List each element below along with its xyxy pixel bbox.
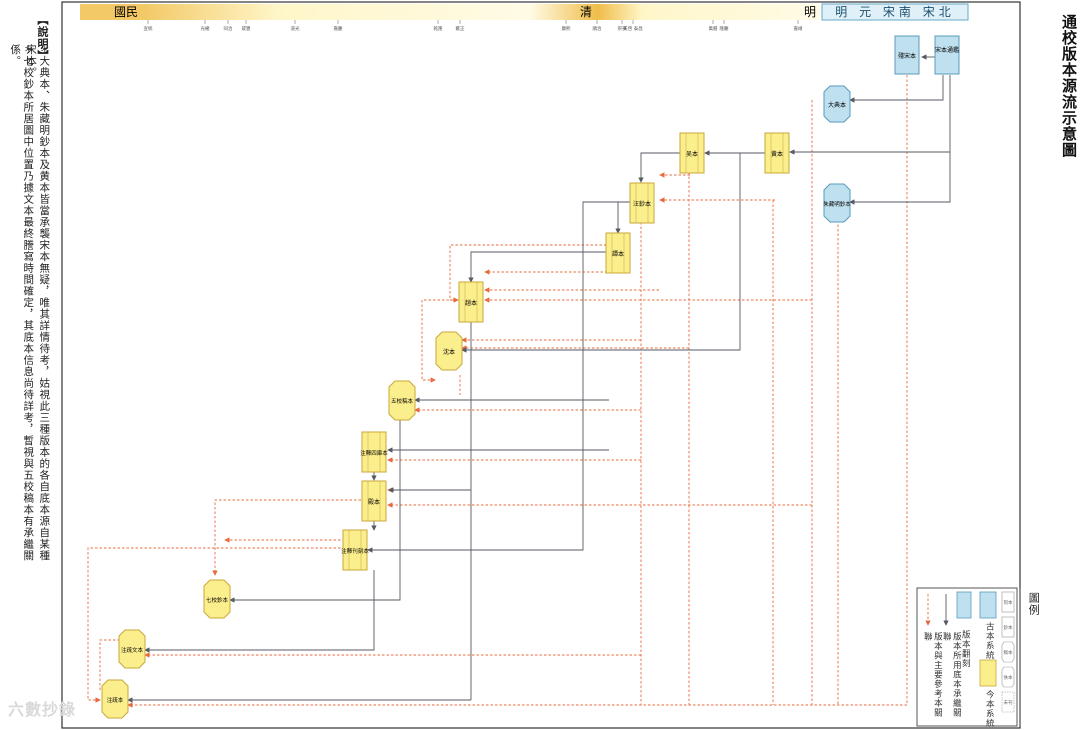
node-label: 注釋刊刻本 [341,547,369,555]
reign-label: 嘉慶 [334,25,343,32]
inherit-link [367,201,630,553]
reign-label: 宣統 [144,25,153,32]
node-wujiaogao[interactable]: 五校稿本 [388,380,416,421]
reference-link [212,499,361,576]
node-label: 譚本 [612,250,624,258]
node-label: 趙本 [465,299,477,307]
era-header: 國民 清 明 明 元 宋南 宋北 [80,3,969,21]
watermark: 六數抄錄 [8,700,77,719]
era-band-qing [142,4,598,20]
modern-nodes: 黄本 吴本 汪鈔本 譚本 趙本 沈本 五校稿本 注釋四庫本 殿本 注釋刊刻本 七… [101,132,790,719]
inherit-link [144,570,375,653]
legend-ancient-label: 古本系統 [984,622,995,660]
inherit-link [615,201,630,234]
inherit-link [461,153,741,353]
legend-chip-label: 佚本 [1004,674,1013,681]
node-zhao[interactable]: 趙本 [458,281,484,323]
era-label-qing: 清 [580,5,592,19]
era-band-ming [598,4,820,20]
reign-label: 雍正 [456,25,465,32]
node-label: 汪鈔本 [633,200,651,208]
node-label: 朱藏明鈔本 [823,200,851,208]
legend-inherit-label: 版本所用底本承繼關聯 [941,632,962,718]
node-zhubei[interactable]: 注疏本 [101,679,129,719]
reign-label: 道光 [291,25,300,32]
reign-ticks: 宣統 光緒 同治 咸豐 道光 嘉慶 乾隆 雍正 康熙 順治 崇禎天啓 泰昌 萬曆 隆慶 嘉靖 [144,20,803,32]
node-label: 大典本 [828,101,846,109]
reign-label: 順治 [593,25,602,32]
legend-ancient-swatch [979,591,997,619]
page-title: 通校版本源流示意圖 [1060,14,1078,158]
inherit-link [468,251,606,283]
diagram-page: 國民 清 明 明 元 宋南 宋北 宣統 光緒 同治 咸豐 道光 嘉慶 乾隆 雍正 康熙 順治 崇禎天… [0,0,1080,730]
diagram-frame [61,1,1021,729]
node-label: 沈本 [443,348,455,356]
node-wu[interactable]: 吴本 [679,132,705,174]
node-dadian[interactable]: 大典本 [823,85,851,123]
node-huang[interactable]: 黄本 [764,132,790,174]
legend-chip-label: 刻本 [1004,599,1013,606]
node-zhushusi[interactable]: 注釋四庫本 [360,431,388,473]
node-qijiaochao[interactable]: 七校鈔本 [203,579,231,619]
inheritance-links [127,54,951,703]
node-label: 注疏本 [107,696,124,704]
version-lineage-diagram: 國民 清 明 明 元 宋南 宋北 宣統 光緒 同治 咸豐 道光 嘉慶 乾隆 雍正 康熙 順治 崇禎天… [61,1,1021,729]
node-shen[interactable]: 沈本 [435,331,463,371]
node-label: 宋本通鑑 [935,46,959,54]
node-label: 注釋四庫本 [360,449,388,457]
node-label: 黄本 [771,150,783,158]
reference-link [87,547,345,703]
reign-label: 萬曆 [709,25,718,32]
node-zhucang[interactable]: 朱藏明鈔本 [823,183,851,223]
node-label: 吴本 [686,150,698,158]
legend-copy-label: 版本翻刻 [960,630,971,668]
node-song-tonglun[interactable]: 宋本通鑑 [934,35,960,75]
inherit-link [638,152,680,183]
legend-title: 圖例 [1027,592,1041,616]
reign-label: 隆慶 [720,25,729,32]
reign-label: 康熙 [562,25,571,32]
node-label: 殘宋本 [898,52,916,60]
node-song-zhi[interactable]: 殘宋本 [894,35,920,75]
legend-chip-label: 未刊 [1004,699,1013,706]
node-zhushukan[interactable]: 注釋刊刻本 [341,529,369,571]
node-label: 七校鈔本 [206,596,229,604]
legend-copy-swatch [956,591,972,619]
legend-modern-swatch [979,659,997,687]
reign-label: 同治 [224,25,233,32]
node-label: 注疏文本 [121,646,144,654]
reign-label: 光緒 [201,25,210,32]
era-label-minguo: 國民 [114,5,138,19]
legend-modern-label: 今本系統 [984,690,995,728]
note-2: ＊七校鈔本所居圖中位置乃據文本最終謄寫時間確定，其底本信息尚待詳考，暫視與五校稿… [9,44,35,562]
node-wangchao[interactable]: 汪鈔本 [629,182,655,224]
reign-label: 嘉靖 [794,25,803,32]
node-tan[interactable]: 譚本 [605,232,631,274]
era-label-ming: 明 [804,5,816,19]
node-zhujiwen[interactable]: 注疏文本 [118,629,146,669]
era-label-early: 明 元 宋南 宋北 [835,4,954,19]
node-label: 殿本 [368,498,380,506]
node-label: 五校稿本 [391,397,414,405]
node-dian[interactable]: 殿本 [361,480,387,522]
inherit-link [849,75,944,103]
reign-label: 天啓 泰昌 [623,25,642,32]
legend-reference-label: 版本與主要參考本關聯 [922,632,943,718]
reign-label: 乾隆 [434,25,443,32]
reign-label: 咸豐 [242,25,251,32]
inherit-link [789,75,951,155]
inherit-link [849,152,951,205]
ancient-nodes: 宋本通鑑 殘宋本 大典本 朱藏明鈔本 [823,35,960,223]
legend-chip-label: 稿本 [1004,649,1013,656]
legend-chip-label: 鈔本 [1004,624,1013,631]
